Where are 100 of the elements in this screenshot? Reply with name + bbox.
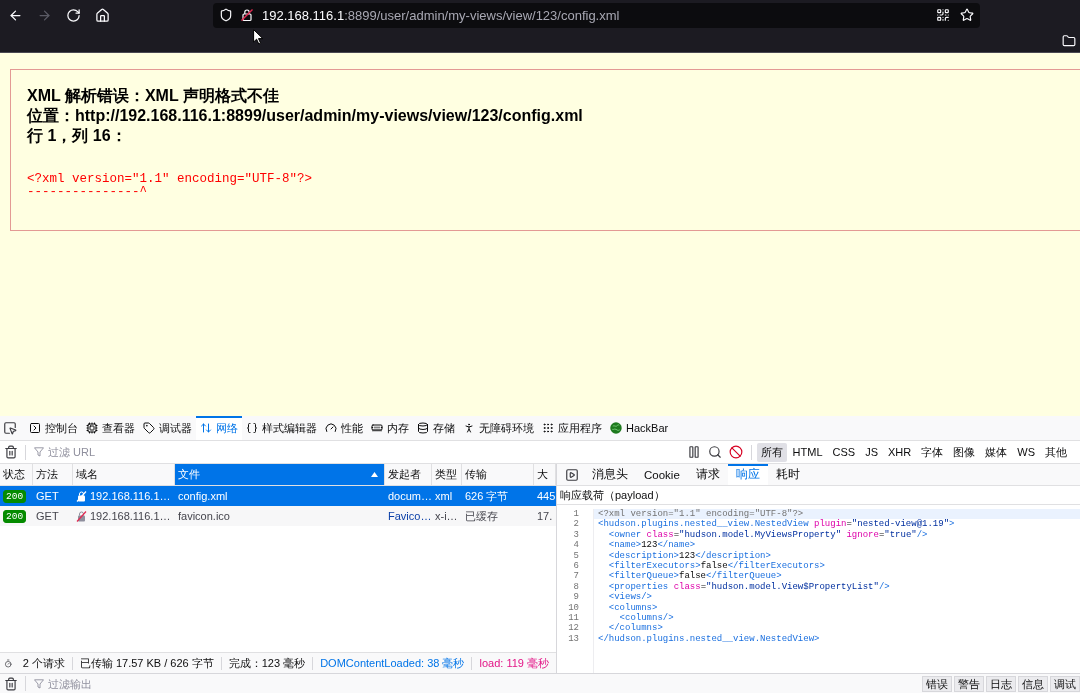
url-filter-field[interactable]: 过滤 URL: [48, 444, 158, 460]
details-tab[interactable]: 耗时: [767, 464, 808, 485]
devtools-tab[interactable]: 性能: [321, 416, 367, 440]
request-row[interactable]: 200 GET 192.168.116.1… config.xml docum… xml 626 字节 445: [0, 486, 556, 506]
filter-icon: [34, 678, 44, 689]
table-cell-text: 17.: [536, 509, 554, 524]
line-number: 5: [573, 550, 579, 561]
url-text: 192.168.116.1:8899/user/admin/my-views/view/123/config.xml: [262, 7, 620, 23]
up-down-arrows-icon: [200, 422, 212, 434]
devtools-tab[interactable]: 查看器: [82, 416, 139, 440]
table-cell: 192.168.116.1…: [90, 510, 171, 522]
table-cell-text: 626 字节: [464, 488, 510, 504]
column-header[interactable]: 状态: [0, 464, 33, 485]
column-header[interactable]: 大: [534, 464, 556, 485]
type-filter-button[interactable]: XHR: [884, 444, 916, 460]
type-filter-button[interactable]: WS: [1013, 444, 1039, 460]
devtools-tab[interactable]: HackBar: [606, 416, 673, 440]
log-level-button[interactable]: 日志: [986, 675, 1016, 692]
folder-icon[interactable]: [1062, 34, 1076, 48]
table-cell-text: 已缓存: [464, 508, 499, 524]
braces-icon: [246, 422, 258, 434]
dot-grid-icon: [542, 422, 554, 434]
line-number: 1: [573, 509, 579, 520]
line-number: 13: [568, 633, 579, 645]
error-text: 位置：http://192.168.116.1:8899/user/admin/my-views/view/123/config.xml: [27, 106, 583, 126]
line-number: 8: [573, 581, 579, 593]
ban-icon[interactable]: [728, 444, 744, 460]
log-level-button[interactable]: 调试: [1050, 675, 1080, 692]
type-filter-button[interactable]: JS: [861, 444, 883, 460]
type-filter-button[interactable]: 其他: [1041, 442, 1071, 462]
table-cell-text: x-i…: [434, 509, 459, 524]
trash-icon[interactable]: [3, 676, 18, 691]
devtools-tab[interactable]: 控制台: [25, 416, 82, 440]
star-icon[interactable]: [960, 8, 974, 22]
forward-icon[interactable]: [37, 7, 52, 23]
column-header[interactable]: 传输: [462, 464, 534, 485]
type-filter-button[interactable]: 字体: [917, 442, 948, 462]
home-icon[interactable]: [95, 7, 110, 23]
chip-icon: [86, 422, 98, 434]
details-tab[interactable]: Cookie: [636, 464, 688, 485]
column-header[interactable]: 方法: [33, 464, 73, 485]
reload-icon[interactable]: [66, 7, 81, 23]
code-line: <filterExecutors>false</filterExecutors>: [607, 560, 826, 571]
database-icon: [417, 422, 429, 434]
type-filter-button[interactable]: 媒体: [981, 442, 1012, 462]
column-header[interactable]: 发起者: [385, 464, 432, 485]
type-filter-button[interactable]: 所有: [756, 442, 787, 462]
play-square-icon[interactable]: [564, 467, 579, 482]
code-line: <description>123</description>: [607, 550, 772, 561]
type-filter-button[interactable]: 图像: [949, 442, 980, 462]
devtools-tab[interactable]: 网络: [196, 416, 242, 440]
line-number: 6: [573, 560, 579, 572]
tag-icon: [143, 422, 155, 434]
code-line: <hudson.plugins.nested__view.NestedView plugin="nested-view@1.19">: [597, 519, 956, 530]
trash-icon[interactable]: [3, 444, 18, 460]
error-text: 行 1，列 16：: [27, 126, 127, 146]
mouse-cursor-icon: [253, 29, 264, 45]
details-tab[interactable]: 响应: [727, 464, 768, 485]
column-header[interactable]: 类型: [432, 464, 462, 485]
console-filter-field[interactable]: 过滤输出: [48, 676, 158, 691]
shield-icon[interactable]: [219, 8, 233, 22]
qr-code-icon[interactable]: [936, 8, 950, 22]
table-cell-text: docum…: [387, 489, 432, 504]
chevron-square-icon: [29, 422, 41, 434]
devtools-tab[interactable]: 内存: [367, 416, 413, 440]
devtools-tab[interactable]: 存储: [413, 416, 459, 440]
type-filter-button[interactable]: CSS: [828, 444, 860, 460]
search-icon[interactable]: [707, 444, 723, 460]
table-cell-text: xml: [434, 489, 454, 504]
log-level-button[interactable]: 警告: [954, 675, 984, 692]
devtools-tab[interactable]: 无障碍环境: [459, 416, 538, 440]
request-row[interactable]: 200 GET 192.168.116.1… favicon.ico Favico… x-i… 已缓存 17.: [0, 506, 556, 526]
filter-icon: [34, 447, 44, 457]
devtools-tab[interactable]: 调试器: [139, 416, 196, 440]
devtools-tab[interactable]: 样式编辑器: [242, 416, 321, 440]
source-code-line: <?xml version="1.1" encoding="UTF-8"?>: [27, 173, 313, 186]
table-cell-text: 445: [536, 489, 556, 504]
line-number: 10: [568, 602, 579, 613]
crossed-lock-icon[interactable]: [240, 8, 254, 22]
log-level-button[interactable]: 信息: [1018, 675, 1048, 692]
square-pointer-icon[interactable]: [2, 420, 17, 436]
details-tab[interactable]: 请求: [687, 464, 728, 485]
line-number: 11: [568, 612, 579, 624]
details-tab[interactable]: 消息头: [584, 464, 636, 485]
log-level-button[interactable]: 错误: [922, 675, 952, 692]
error-pointer: ---------------^: [27, 186, 148, 199]
type-filter-button[interactable]: HTML: [788, 444, 827, 460]
crossed-lock-icon: [76, 490, 87, 502]
code-line: <columns>: [607, 602, 659, 613]
address-bar[interactable]: 192.168.116.1:8899/user/admin/my-views/view/123/config.xml: [213, 2, 980, 28]
globe-icon: [610, 422, 622, 434]
status-badge: 200: [3, 489, 27, 503]
devtools-tab[interactable]: 应用程序: [538, 416, 606, 440]
column-header[interactable]: 文件: [175, 464, 385, 485]
code-line: <filterQueue>false</filterQueue>: [607, 571, 783, 582]
memory-stick-icon: [371, 422, 383, 434]
line-number: 9: [573, 592, 579, 603]
table-cell-text: favicon.ico: [177, 509, 231, 524]
pause-icon[interactable]: [686, 444, 702, 460]
back-icon[interactable]: [8, 7, 23, 23]
